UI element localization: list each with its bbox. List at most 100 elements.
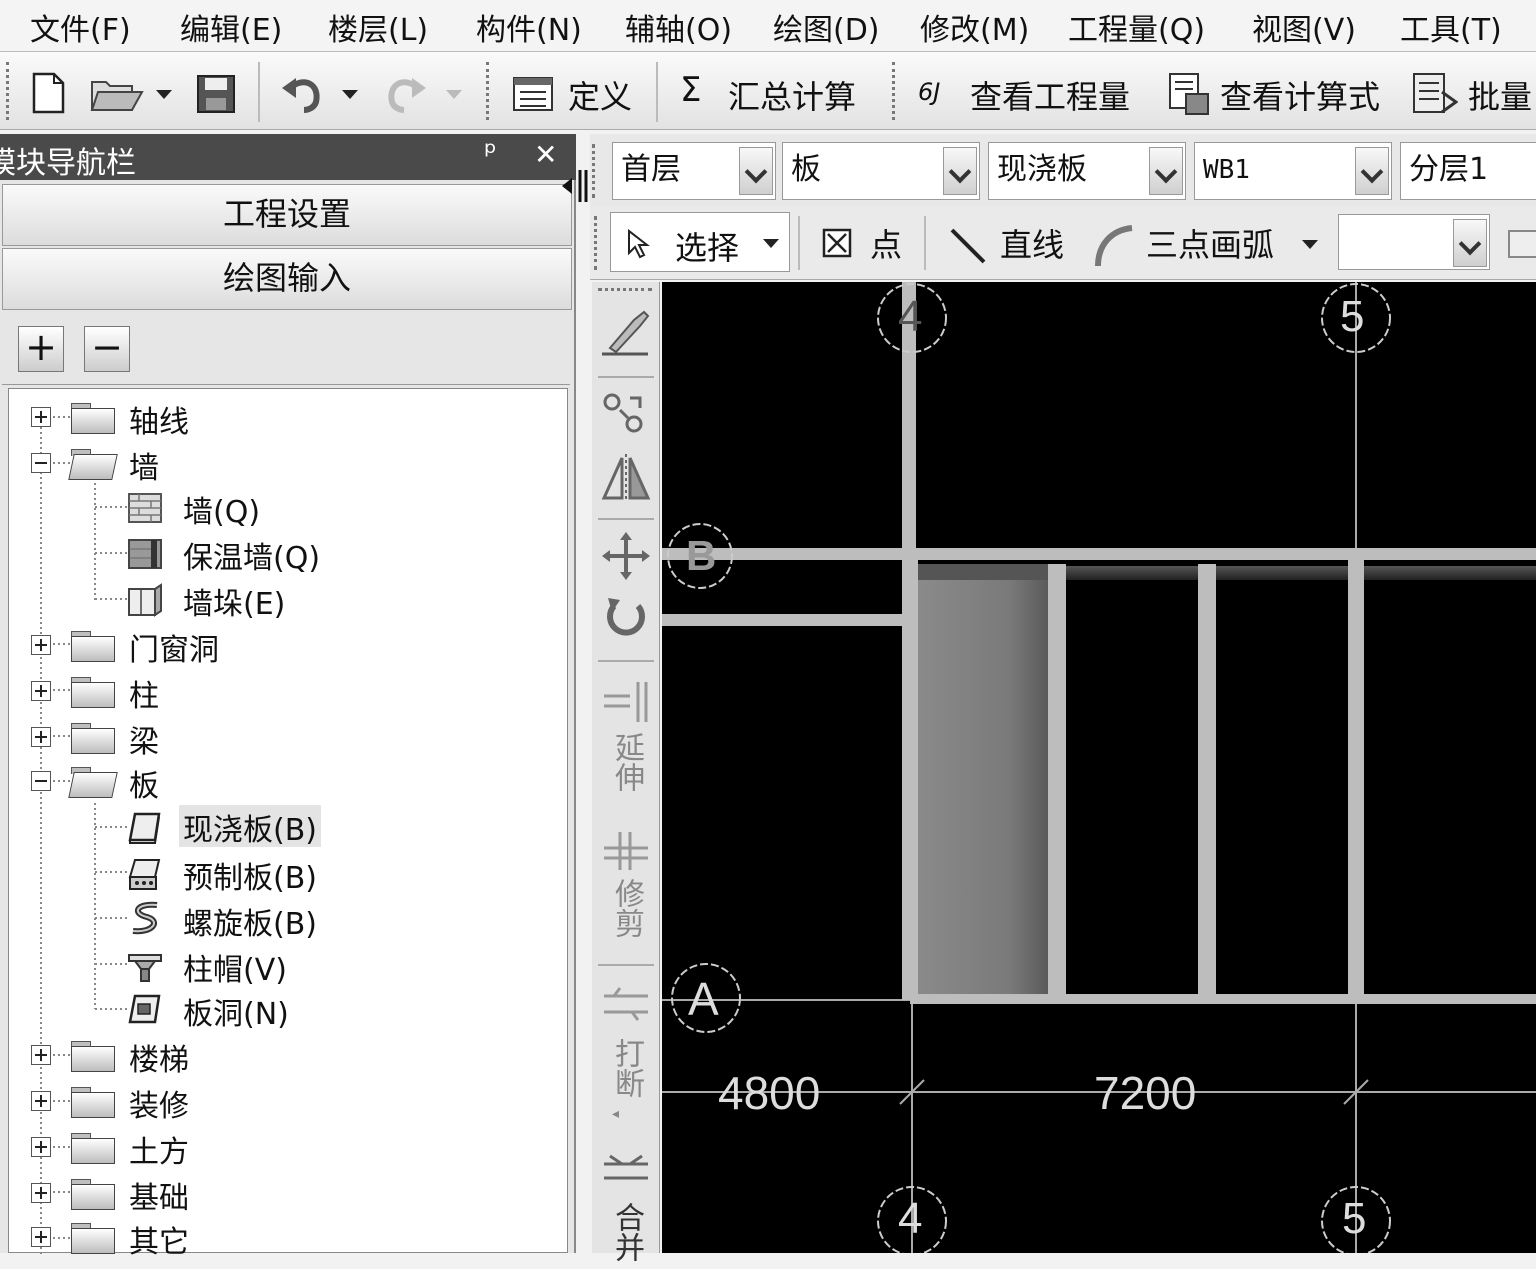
move-icon[interactable] <box>600 532 652 580</box>
expand-toggle[interactable] <box>31 1137 51 1157</box>
expand-toggle[interactable] <box>31 727 51 747</box>
collapse-all-button[interactable]: − <box>84 326 130 372</box>
copy-circles-icon[interactable] <box>600 390 652 438</box>
more-arrow-icon[interactable]: ◂ <box>612 1106 619 1122</box>
toolbar-grip[interactable] <box>594 216 601 270</box>
toolbar-grip[interactable] <box>6 62 13 120</box>
open-folder-icon[interactable] <box>90 74 146 114</box>
line-icon[interactable] <box>948 226 988 266</box>
dropdown-arrow-icon[interactable] <box>1453 219 1487 267</box>
dropdown-arrow-icon[interactable] <box>739 147 773 195</box>
dropdown-arrow-icon[interactable] <box>943 147 977 195</box>
expand-toggle[interactable] <box>31 1183 51 1203</box>
expand-toggle[interactable] <box>31 681 51 701</box>
collapse-toggle[interactable] <box>31 453 51 473</box>
tree-node-stairs[interactable]: 楼梯 <box>9 1033 549 1078</box>
tree-node-slab[interactable]: 板 <box>9 759 549 804</box>
trim-icon[interactable] <box>600 826 652 872</box>
merge-icon[interactable] <box>600 1148 652 1192</box>
collapse-toggle[interactable] <box>31 771 51 791</box>
tree-node-axis[interactable]: 轴线 <box>9 395 549 440</box>
menu-view[interactable]: 视图(V) <box>1252 5 1356 49</box>
extra-tool-icon[interactable] <box>1508 230 1536 258</box>
tree-node-decoration[interactable]: 装修 <box>9 1079 549 1124</box>
merge-button[interactable]: 合并 <box>606 1202 646 1269</box>
three-point-arc-button[interactable]: 三点画弧 <box>1146 220 1274 266</box>
tree-node-other[interactable]: 其它 <box>9 1215 549 1260</box>
tree-node-insulation-wall[interactable]: 保温墙(Q) <box>9 531 549 576</box>
trim-button[interactable]: 修剪 <box>606 878 646 945</box>
close-icon[interactable]: ✕ <box>534 138 557 171</box>
toolbar-grip[interactable] <box>598 288 652 291</box>
redo-dropdown-icon[interactable] <box>446 90 462 100</box>
menu-tools[interactable]: 工具(T) <box>1400 5 1502 49</box>
expand-toggle[interactable] <box>31 407 51 427</box>
tree-node-beam[interactable]: 梁 <box>9 715 549 760</box>
toolbar-grip[interactable] <box>486 62 493 120</box>
view-formula-button[interactable]: 查看计算式 <box>1220 72 1380 118</box>
dropdown-arrow-icon[interactable] <box>1149 147 1183 195</box>
undo-icon[interactable] <box>280 74 324 114</box>
tree-node-spiral-slab[interactable]: 螺旋板(B) <box>9 897 549 942</box>
expand-toggle[interactable] <box>31 1045 51 1065</box>
dropdown-arrow-icon[interactable] <box>1355 147 1389 195</box>
toolbar-grip[interactable] <box>892 62 899 120</box>
arc-dropdown-icon[interactable] <box>1302 240 1318 250</box>
new-file-icon[interactable] <box>30 72 66 114</box>
tree-node-column-cap[interactable]: 柱帽(V) <box>9 943 549 988</box>
point-icon[interactable] <box>822 228 854 260</box>
tree-node-cast-slab[interactable]: 现浇板(B) <box>9 805 549 849</box>
brush-icon[interactable] <box>600 306 652 356</box>
menu-draw[interactable]: 绘图(D) <box>773 5 880 49</box>
menu-component[interactable]: 构件(N) <box>476 5 582 49</box>
select-button[interactable]: 选择 <box>610 212 790 272</box>
tree-node-openings[interactable]: 门窗洞 <box>9 623 549 668</box>
menu-edit[interactable]: 编辑(E) <box>180 5 282 49</box>
undo-dropdown-icon[interactable] <box>342 90 358 100</box>
component-select[interactable]: WB1 <box>1194 142 1392 200</box>
cast-slab-wb1[interactable] <box>918 564 1048 994</box>
point-button[interactable]: 点 <box>870 220 902 266</box>
expand-toggle[interactable] <box>31 1091 51 1111</box>
break-button[interactable]: 打断 <box>606 1038 646 1105</box>
define-button[interactable]: 定义 <box>568 72 632 118</box>
arc-icon[interactable] <box>1092 224 1136 268</box>
tree-node-slab-hole[interactable]: 板洞(N) <box>9 987 549 1032</box>
draw-mode-select[interactable] <box>1338 214 1490 270</box>
batch-button[interactable]: 批量 <box>1468 72 1532 118</box>
rotate-icon[interactable] <box>600 594 652 642</box>
type-select[interactable]: 现浇板 <box>988 142 1186 200</box>
menu-file[interactable]: 文件(F) <box>30 5 131 49</box>
menu-aux-axis[interactable]: 辅轴(O) <box>625 5 732 49</box>
expand-all-button[interactable]: + <box>18 326 64 372</box>
line-button[interactable]: 直线 <box>1000 220 1064 266</box>
tree-node-column[interactable]: 柱 <box>9 669 549 714</box>
save-icon[interactable] <box>196 74 236 114</box>
batch-icon[interactable] <box>1412 72 1458 116</box>
tree-node-earthwork[interactable]: 土方 <box>9 1125 549 1170</box>
tree-node-wall-q[interactable]: 墙(Q) <box>9 485 549 530</box>
floor-select[interactable]: 首层 <box>612 142 776 200</box>
tree-node-precast-slab[interactable]: 预制板(B) <box>9 851 549 896</box>
sum-calc-button[interactable]: 汇总计算 <box>728 72 856 118</box>
menu-quantity[interactable]: 工程量(Q) <box>1068 5 1205 49</box>
menu-floor[interactable]: 楼层(L) <box>328 5 428 49</box>
extend-icon[interactable] <box>600 678 652 724</box>
extend-button[interactable]: 延伸 <box>606 732 646 799</box>
tree-node-wall-pier[interactable]: 墙垛(E) <box>9 577 549 622</box>
break-icon[interactable] <box>600 982 652 1026</box>
drawing-canvas[interactable]: 4 5 B A 4 5 4800 7200 <box>662 282 1536 1253</box>
layer-select[interactable]: 分层1 <box>1400 142 1536 200</box>
dropdown-arrow-icon[interactable] <box>156 90 172 100</box>
tree-node-foundation[interactable]: 基础 <box>9 1171 549 1216</box>
expand-toggle[interactable] <box>31 635 51 655</box>
define-icon[interactable] <box>512 76 554 112</box>
project-settings-button[interactable]: 工程设置 <box>2 184 572 246</box>
tree-node-wall[interactable]: 墙 <box>9 441 549 486</box>
mirror-icon[interactable] <box>600 454 652 502</box>
category-select[interactable]: 板 <box>782 142 980 200</box>
expand-toggle[interactable] <box>31 1227 51 1247</box>
dropdown-arrow-icon[interactable] <box>763 239 779 249</box>
menu-modify[interactable]: 修改(M) <box>920 5 1029 49</box>
view-quantity-button[interactable]: 查看工程量 <box>970 72 1130 118</box>
